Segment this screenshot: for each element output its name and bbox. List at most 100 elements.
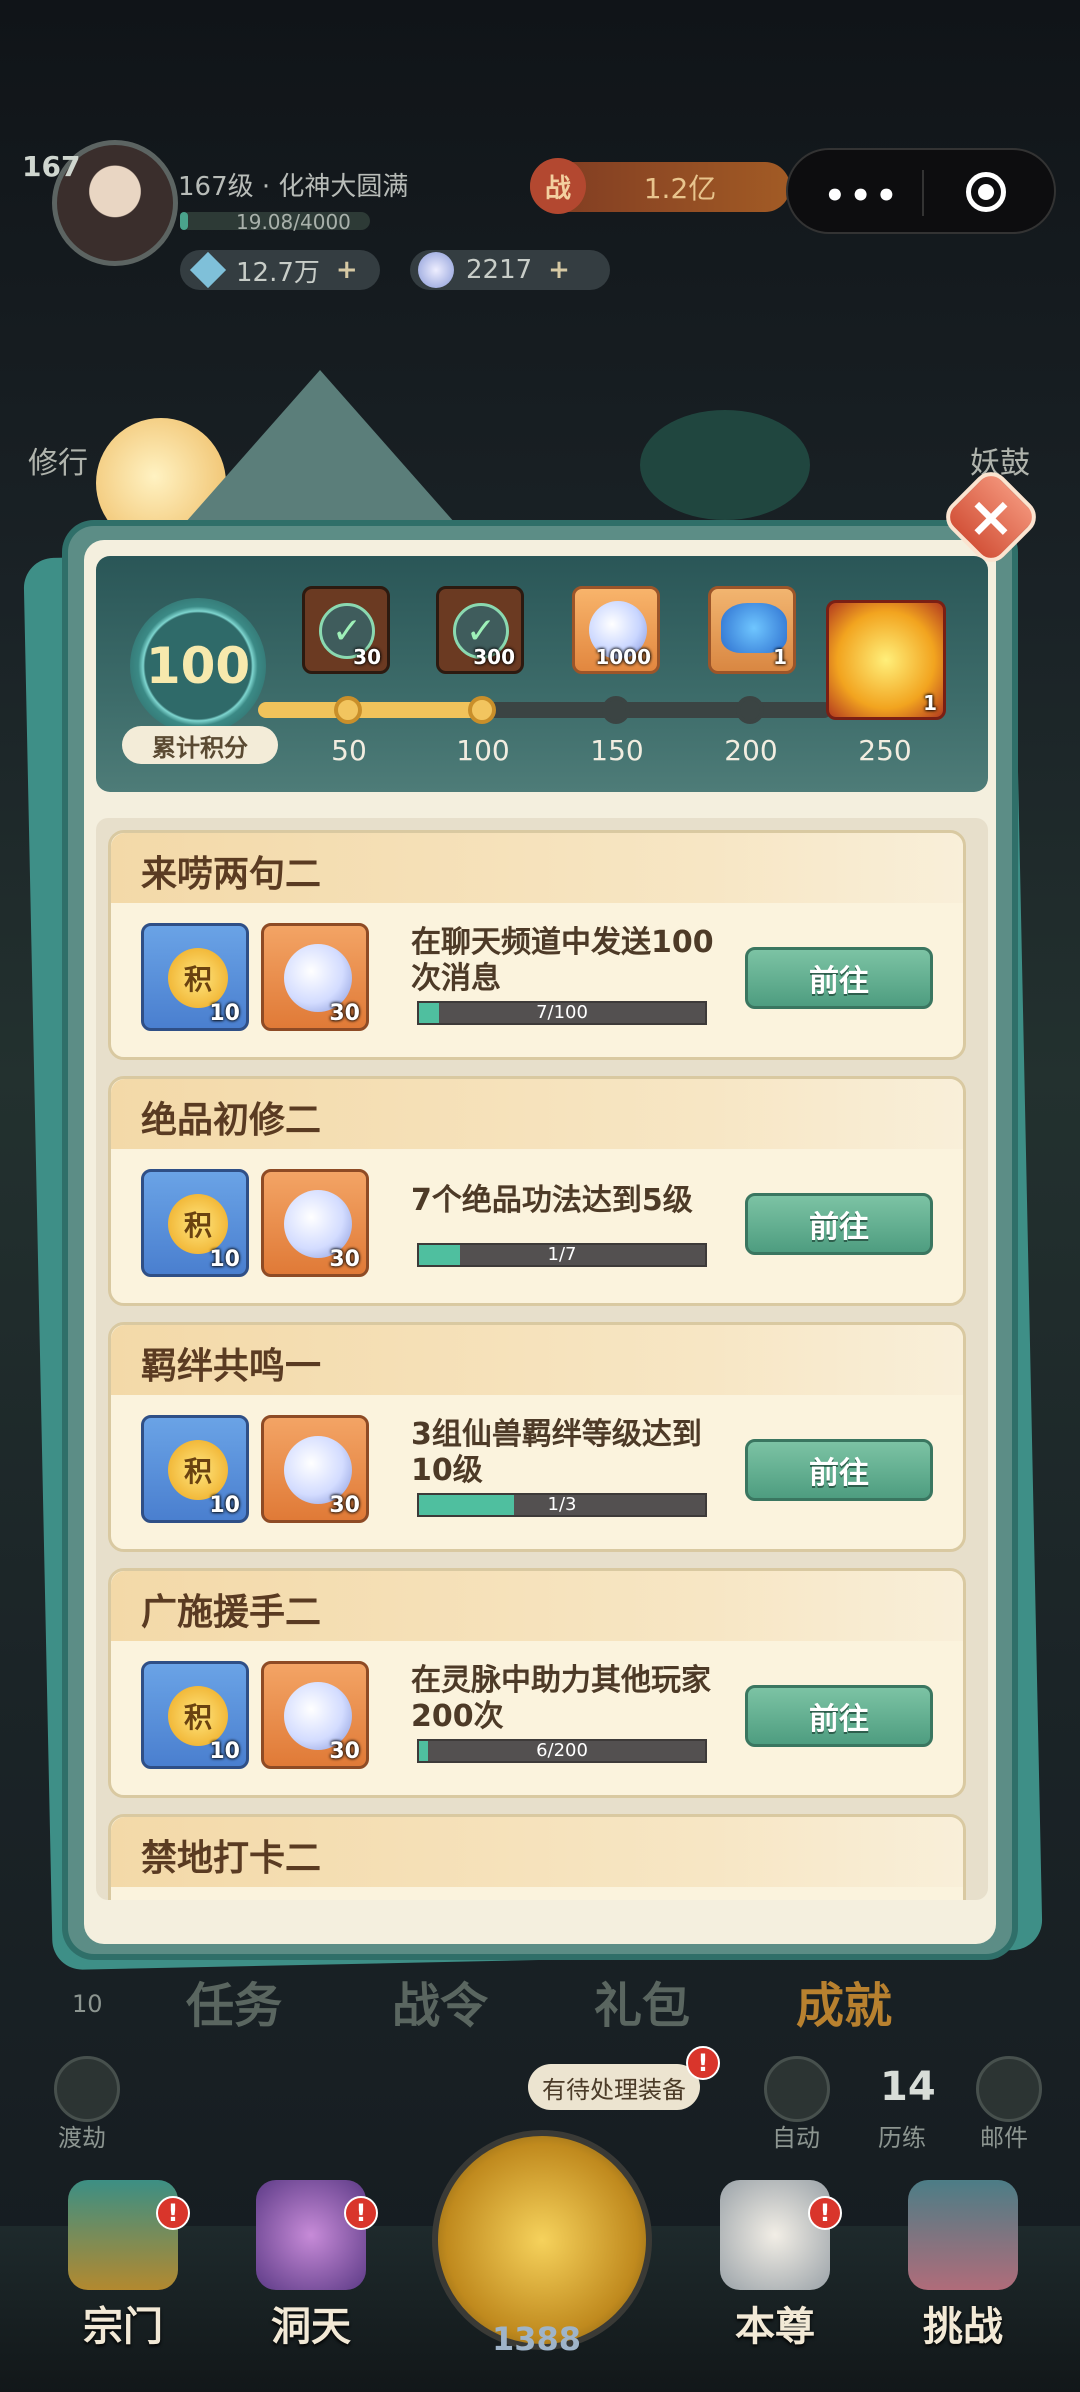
- quest-title: 来唠两句二: [141, 854, 322, 895]
- quest-progress-bar: 1/3: [417, 1493, 707, 1517]
- quest-card: 羁绊共鸣一 积 10 30 3组仙兽羁绊等级达到10级 1/3 前往: [108, 1322, 966, 1552]
- go-button[interactable]: 前往: [745, 1193, 933, 1255]
- quest-description: 7个绝品功法达到5级: [411, 1183, 693, 1218]
- quest-title: 广施援手二: [141, 1592, 322, 1633]
- cave-icon: [256, 2180, 366, 2290]
- add-spirit-stone-icon[interactable]: +: [336, 255, 358, 285]
- nav-label: 挑战: [923, 2304, 1003, 2350]
- reward-count: 10: [209, 1493, 240, 1518]
- milestone-reward-150[interactable]: 1000: [572, 586, 660, 674]
- tribulation-label[interactable]: 渡劫: [58, 2118, 106, 2153]
- milestone-reward-100[interactable]: ✓ 300: [436, 586, 524, 674]
- score-label: 累计积分: [122, 726, 278, 764]
- tab-gift-pack[interactable]: 礼包: [594, 1966, 690, 2036]
- reward-qty: 30: [353, 645, 381, 669]
- self-icon: [720, 2180, 830, 2290]
- milestone-node: [468, 696, 496, 724]
- quest-progress-bar: 1/7: [417, 1243, 707, 1267]
- mail-label[interactable]: 邮件: [980, 2118, 1028, 2153]
- quest-description: 在聊天频道中发送100次消息: [411, 925, 714, 996]
- notification-badge: !: [808, 2196, 842, 2230]
- notification-badge: !: [344, 2196, 378, 2230]
- milestone-node: [602, 696, 630, 724]
- milestone-label: 200: [724, 734, 778, 767]
- trial-count: 14: [880, 2064, 936, 2110]
- auto-label[interactable]: 自动: [772, 2118, 820, 2153]
- xp-text: 19.08/4000: [236, 210, 351, 234]
- nav-label: 宗门: [83, 2304, 163, 2350]
- score-coin-icon: 积: [168, 948, 228, 1008]
- soul-orb-amount: 2217: [466, 255, 533, 285]
- milestone-node: [736, 696, 764, 724]
- go-button[interactable]: 前往: [745, 1439, 933, 1501]
- quest-progress-text: 7/100: [536, 1002, 588, 1023]
- miniprogram-capsule: •••: [786, 148, 1056, 234]
- trial-label[interactable]: 历练: [878, 2118, 926, 2153]
- close-icon: ×: [967, 484, 1015, 550]
- quest-progress-text: 1/3: [547, 1494, 577, 1515]
- quest-card: 禁地打卡二: [108, 1814, 966, 1900]
- go-button[interactable]: 前往: [745, 1685, 933, 1747]
- score-coin-icon: 积: [168, 1194, 228, 1254]
- challenge-icon: [908, 2180, 1018, 2290]
- realm-label: 167级 · 化神大圆满: [178, 172, 409, 202]
- reward-qty: 1000: [595, 645, 651, 669]
- left-counter: 10: [72, 1990, 103, 2018]
- progress-track-fill: [258, 702, 488, 718]
- milestone-reward-50[interactable]: ✓ 30: [302, 586, 390, 674]
- mail-icon[interactable]: [976, 2056, 1042, 2122]
- sect-icon: [68, 2180, 178, 2290]
- player-level: 167: [22, 150, 81, 183]
- quest-progress-bar: 7/100: [417, 1001, 707, 1025]
- quest-progress-bar: 6/200: [417, 1739, 707, 1763]
- soul-orb-reward[interactable]: 30: [261, 1415, 369, 1523]
- nav-label: 洞天: [271, 2304, 351, 2350]
- combat-power-value: 1.2亿: [643, 172, 717, 205]
- quest-title: 禁地打卡二: [141, 1838, 322, 1879]
- spirit-stone-chip[interactable]: 12.7万 +: [180, 250, 380, 290]
- main-sword-button[interactable]: [432, 2130, 652, 2350]
- more-menu-icon[interactable]: •••: [824, 176, 901, 216]
- score-reward[interactable]: 积 10: [141, 1169, 249, 1277]
- reward-count: 10: [209, 1739, 240, 1764]
- milestone-label: 100: [456, 734, 510, 767]
- spirit-stone-amount: 12.7万: [236, 257, 320, 288]
- reward-qty: 300: [473, 645, 515, 669]
- go-button[interactable]: 前往: [745, 947, 933, 1009]
- soul-orb-reward[interactable]: 30: [261, 1169, 369, 1277]
- cultivate-label[interactable]: 修行: [28, 438, 88, 482]
- soul-orb-chip[interactable]: 2217 +: [410, 250, 610, 290]
- quest-description: 在灵脉中助力其他玩家200次: [411, 1663, 711, 1734]
- score-reward[interactable]: 积 10: [141, 923, 249, 1031]
- milestone-label: 50: [331, 734, 367, 767]
- quest-progress-text: 1/7: [547, 1244, 577, 1265]
- tab-tasks[interactable]: 任务: [186, 1966, 282, 2036]
- sword-count: 1388: [492, 2320, 582, 2358]
- milestone-node: [334, 696, 362, 724]
- reward-count: 30: [329, 1493, 360, 1518]
- milestone-reward-250[interactable]: 1: [826, 600, 946, 720]
- close-miniprogram-icon[interactable]: [966, 172, 1006, 212]
- nav-challenge[interactable]: 挑战: [888, 2180, 1038, 2352]
- soul-orb-reward[interactable]: 30: [261, 923, 369, 1031]
- add-soul-orb-icon[interactable]: +: [548, 255, 570, 285]
- xp-bar-fill: [180, 212, 188, 230]
- soul-orb-reward[interactable]: 30: [261, 1661, 369, 1769]
- quest-list[interactable]: 来唠两句二 积 10 30 在聊天频道中发送100次消息 7/100 前往 绝品…: [96, 818, 988, 1900]
- score-reward[interactable]: 积 10: [141, 1415, 249, 1523]
- tribulation-icon[interactable]: [54, 2056, 120, 2122]
- pending-equipment-tip[interactable]: 有待处理装备: [528, 2064, 700, 2110]
- diamond-icon: [189, 251, 227, 289]
- score-reward[interactable]: 积 10: [141, 1661, 249, 1769]
- reward-count: 30: [329, 1001, 360, 1026]
- auto-icon[interactable]: [764, 2056, 830, 2122]
- quest-card: 广施援手二 积 10 30 在灵脉中助力其他玩家200次 6/200 前往: [108, 1568, 966, 1798]
- score-coin-icon: 积: [168, 1440, 228, 1500]
- score-ring: 100: [130, 598, 266, 734]
- tab-battle-pass[interactable]: 战令: [392, 1966, 488, 2036]
- tab-achievements[interactable]: 成就: [796, 1966, 892, 2036]
- milestone-reward-200[interactable]: 1: [708, 586, 796, 674]
- mountain-decoration: [170, 370, 470, 540]
- quest-title: 羁绊共鸣一: [141, 1346, 322, 1387]
- quest-progress-text: 6/200: [536, 1740, 588, 1761]
